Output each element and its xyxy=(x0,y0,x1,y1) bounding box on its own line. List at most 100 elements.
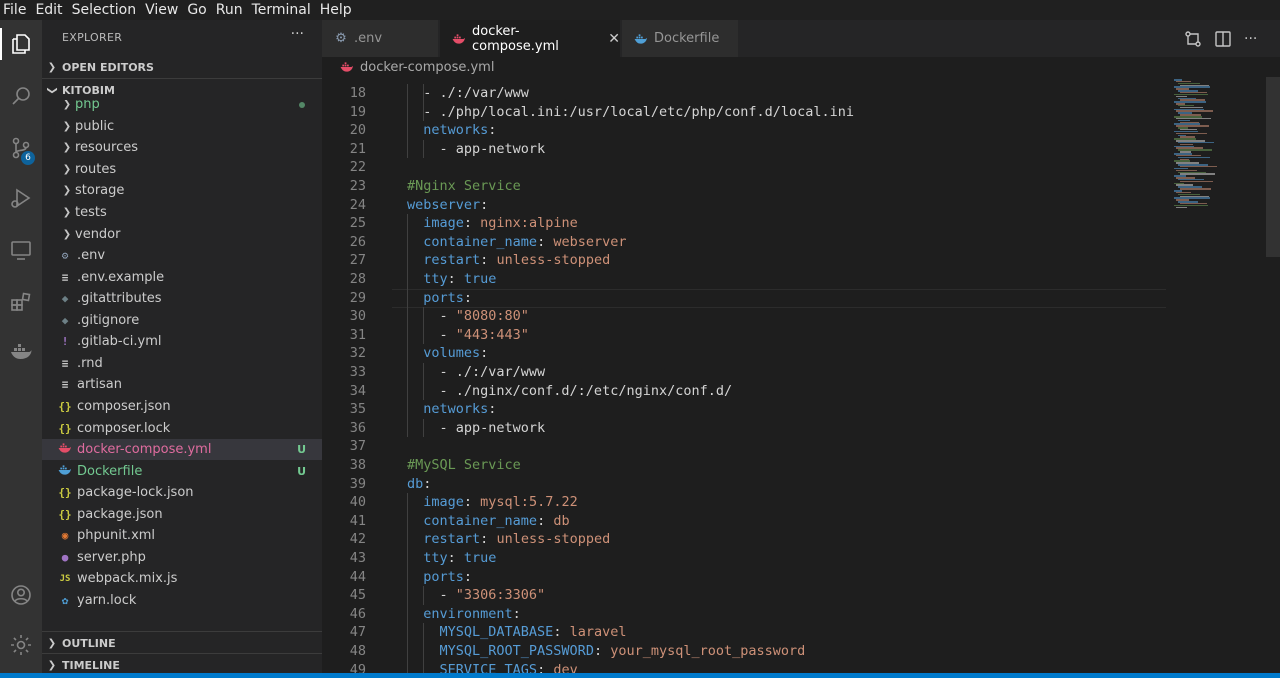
code-token: : xyxy=(447,271,464,287)
tree-file[interactable]: docker-compose.yml U xyxy=(42,438,322,461)
tree-file[interactable]: {} package.json xyxy=(42,503,322,525)
explorer-icon[interactable] xyxy=(0,24,42,64)
file-tree: ❯ php ❯ public ❯ resources ❯ routes ❯ storage ❯ tes… xyxy=(42,100,322,630)
line-number: 48 xyxy=(349,643,366,659)
tree-file[interactable]: Dockerfile U xyxy=(42,460,322,482)
settings-gear-icon[interactable] xyxy=(0,625,42,665)
open-editors-section[interactable]: ❯ OPEN EDITORS xyxy=(42,56,322,78)
run-debug-icon[interactable] xyxy=(0,178,42,218)
line-content: image: mysql:5.7.22 xyxy=(407,493,577,512)
tree-file[interactable]: {} composer.lock xyxy=(42,417,322,439)
tree-file[interactable]: ✿ yarn.lock xyxy=(42,590,322,612)
menu-run[interactable]: Run xyxy=(213,0,249,20)
line-content: db: xyxy=(407,475,431,494)
tree-item-label: .gitattributes xyxy=(77,291,162,307)
indent-guide xyxy=(407,363,408,382)
breadcrumb: docker-compose.yml xyxy=(322,57,1280,77)
code-token: - ./php/local.ini:/usr/local/etc/php/con… xyxy=(407,103,855,120)
code-token: : xyxy=(463,568,473,585)
tree-folder[interactable]: ❯ storage xyxy=(42,180,322,202)
code-token: "3306:3306" xyxy=(455,587,546,604)
indent-guide xyxy=(423,642,425,661)
indent-guide xyxy=(423,623,425,642)
tree-folder[interactable]: ❯ public xyxy=(42,116,322,138)
remote-explorer-icon[interactable] xyxy=(0,230,42,270)
tree-file[interactable]: ≡ artisan xyxy=(42,374,322,396)
menu-terminal[interactable]: Terminal xyxy=(249,0,317,20)
code-token: : xyxy=(553,624,570,641)
menu-edit[interactable]: Edit xyxy=(32,0,68,20)
tab-env[interactable]: ⚙ .env xyxy=(322,20,438,57)
indent-guide xyxy=(423,307,425,326)
code-token: : xyxy=(480,252,497,269)
project-section[interactable]: ❯ KITOBIM xyxy=(42,78,322,101)
split-editor-icon[interactable] xyxy=(1214,30,1232,48)
indent-guide xyxy=(407,288,408,308)
tree-folder[interactable]: ❯ vendor xyxy=(42,223,322,245)
menu-go[interactable]: Go xyxy=(184,0,212,20)
menu-help[interactable]: Help xyxy=(317,0,358,20)
outline-section[interactable]: ❯ OUTLINE xyxy=(42,631,322,654)
line-number: 46 xyxy=(349,605,366,622)
line-number: 20 xyxy=(349,122,366,139)
code-line: 36 - app-network xyxy=(322,418,1166,438)
code-line: 38 #MySQL Service xyxy=(322,456,1166,475)
diamond-icon: ◆ xyxy=(61,292,69,306)
tree-folder[interactable]: ❯ routes xyxy=(42,159,322,181)
open-changes-icon[interactable] xyxy=(1184,30,1202,48)
account-icon[interactable] xyxy=(0,575,42,615)
breadcrumb-file[interactable]: docker-compose.yml xyxy=(360,60,494,75)
minimap[interactable] xyxy=(1172,77,1262,673)
vertical-scrollbar[interactable] xyxy=(1266,77,1280,257)
tree-item-label: webpack.mix.js xyxy=(77,571,178,587)
code-line: 42 restart: unless-stopped xyxy=(322,530,1166,549)
open-editors-label: OPEN EDITORS xyxy=(62,60,154,74)
tree-file[interactable]: ! .gitlab-ci.yml xyxy=(42,331,322,353)
extensions-icon[interactable] xyxy=(0,282,42,322)
tree-item-label: resources xyxy=(75,140,139,156)
more-actions-button[interactable]: ··· xyxy=(291,26,304,42)
tree-folder[interactable]: ❯ tests xyxy=(42,202,322,224)
indent-guide xyxy=(407,604,408,624)
tree-item-label: phpunit.xml xyxy=(77,528,156,544)
menu-file[interactable]: File xyxy=(0,0,32,20)
docker-icon[interactable] xyxy=(0,332,42,372)
tree-file[interactable]: ≡ .rnd xyxy=(42,353,322,375)
gear-icon: ⚙ xyxy=(335,31,347,46)
tree-folder[interactable]: ❯ php xyxy=(42,100,322,116)
explorer-title: EXPLORER xyxy=(62,31,123,44)
code-line: 19 - ./php/local.ini:/usr/local/etc/php/… xyxy=(322,102,1166,122)
code-token: : xyxy=(488,122,497,139)
tree-file[interactable]: ● server.php xyxy=(42,547,322,569)
source-control-icon[interactable]: 6 xyxy=(0,128,42,168)
tree-file[interactable]: ◆ .gitattributes xyxy=(42,288,322,310)
tree-file[interactable]: ≡ .env.example xyxy=(42,266,322,288)
tree-folder[interactable]: ❯ resources xyxy=(42,137,322,159)
line-content: ports: xyxy=(407,289,472,308)
lines-icon: ≡ xyxy=(61,356,69,370)
line-content: - app-network xyxy=(407,140,546,159)
tree-file[interactable]: {} composer.json xyxy=(42,396,322,418)
tree-file[interactable]: ⚙ .env xyxy=(42,245,322,267)
search-icon[interactable] xyxy=(0,76,42,116)
line-number: 41 xyxy=(349,512,366,529)
tab-docker-compose[interactable]: docker-compose.yml ✕ xyxy=(440,20,620,57)
tree-file[interactable]: JS webpack.mix.js xyxy=(42,568,322,590)
tab-label: .env xyxy=(354,31,383,46)
tab-dockerfile[interactable]: Dockerfile xyxy=(622,20,738,57)
code-token: : xyxy=(480,345,489,362)
line-number: 36 xyxy=(349,419,366,436)
tree-file[interactable]: ◉ phpunit.xml xyxy=(42,525,322,547)
tree-file[interactable]: ◆ .gitignore xyxy=(42,310,322,332)
tree-file[interactable]: {} package-lock.json xyxy=(42,482,322,504)
activity-bar: 6 xyxy=(0,20,42,673)
close-icon[interactable]: ✕ xyxy=(608,31,620,47)
menu-view[interactable]: View xyxy=(142,0,184,20)
menu-selection[interactable]: Selection xyxy=(69,0,143,20)
code-editor[interactable]: 18 - ./:/var/www 19 - ./php/local.ini:/us… xyxy=(322,77,1280,673)
line-number: 18 xyxy=(349,85,366,101)
line-content: networks: xyxy=(407,121,496,140)
more-actions-icon[interactable]: ··· xyxy=(1244,30,1262,48)
